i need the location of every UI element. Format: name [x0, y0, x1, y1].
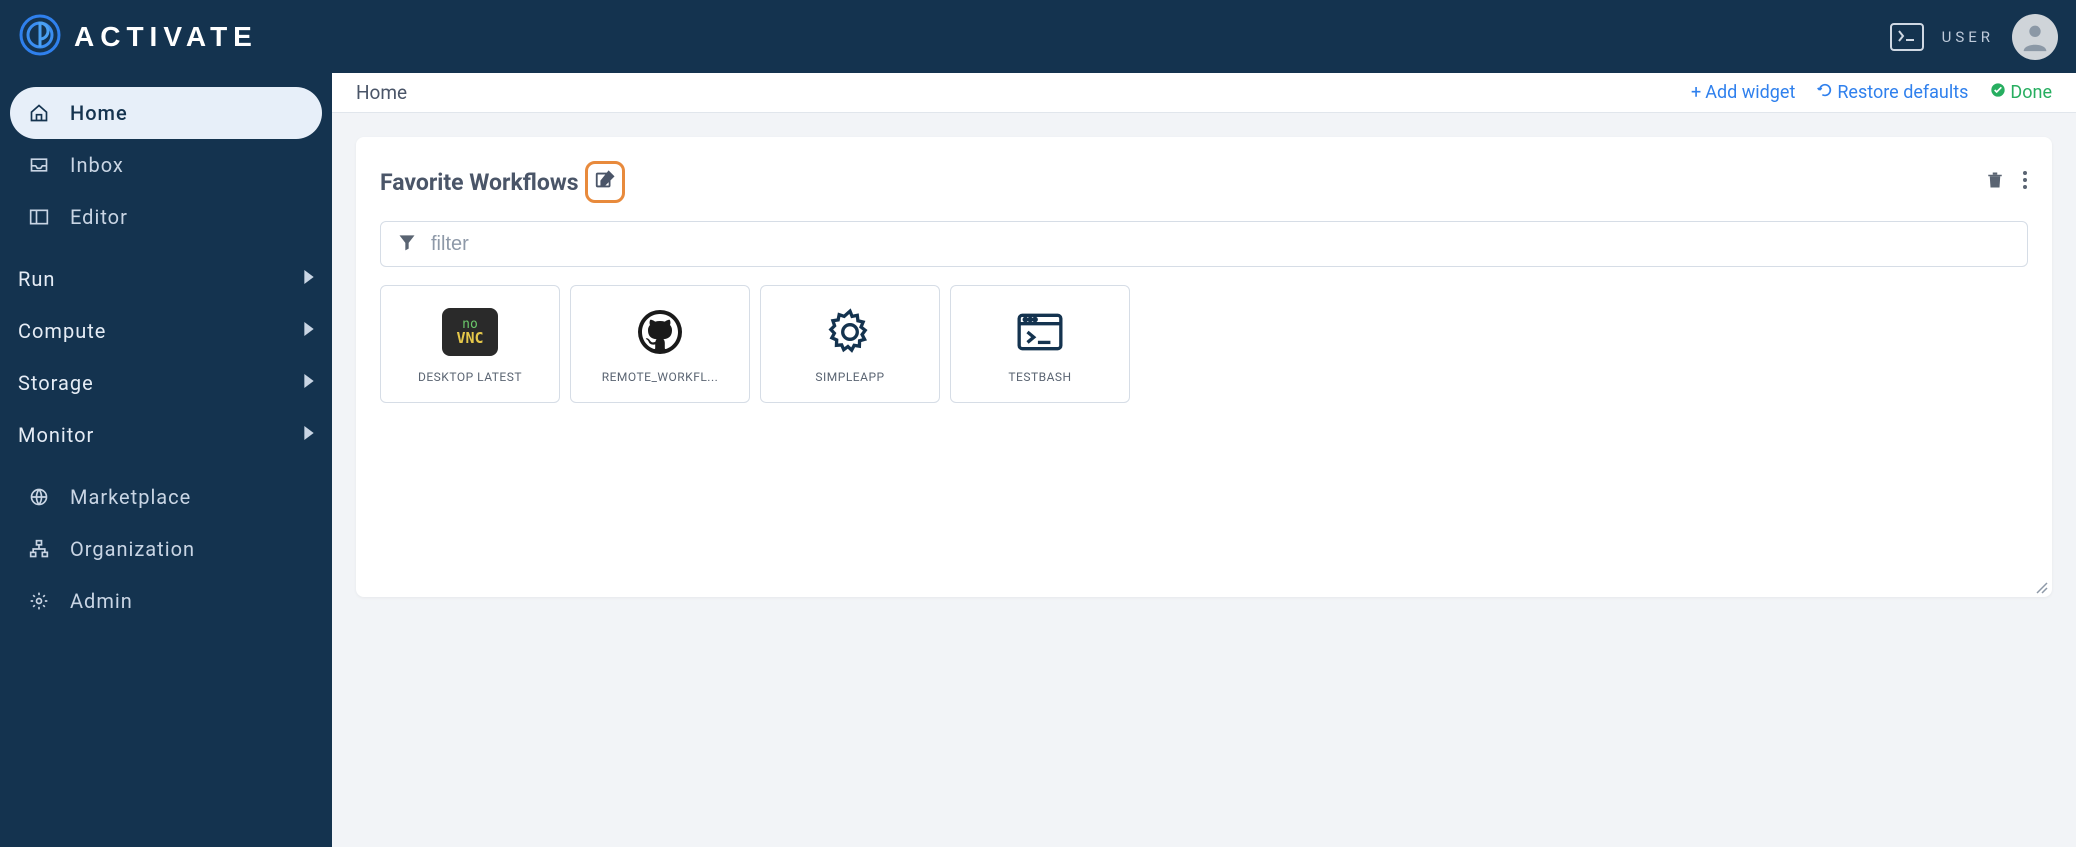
sidebar-item-inbox[interactable]: Inbox [10, 139, 322, 191]
terminal-button[interactable] [1890, 23, 1924, 51]
favorite-workflows-widget: Favorite Workflows [356, 137, 2052, 597]
sidebar-item-organization[interactable]: Organization [10, 523, 322, 575]
brand-name: ACTIVATE [74, 21, 258, 53]
sidebar-group-storage[interactable]: Storage [10, 357, 322, 409]
widget-title: Favorite Workflows [380, 169, 579, 196]
sidebar-item-label: Admin [70, 589, 133, 613]
github-icon [632, 304, 688, 360]
workflow-grid: no VNC DESKTOP LATEST REMOTE_WORKFL... [380, 285, 2028, 403]
done-button[interactable]: Done [1990, 82, 2052, 103]
content-area: Favorite Workflows [332, 113, 2076, 847]
breadcrumb: Home [356, 81, 407, 104]
workflow-card-remote-workflow[interactable]: REMOTE_WORKFL... [570, 285, 750, 403]
workflow-card-desktop-latest[interactable]: no VNC DESKTOP LATEST [380, 285, 560, 403]
kebab-icon [2022, 175, 2028, 194]
globe-icon [28, 487, 50, 507]
edit-title-button[interactable] [585, 161, 625, 203]
sidebar: Home Inbox Editor Run Compute [0, 73, 332, 847]
sidebar-item-home[interactable]: Home [10, 87, 322, 139]
chevron-right-icon [304, 322, 314, 340]
sidebar-group-compute[interactable]: Compute [10, 305, 322, 357]
filter-icon [397, 232, 417, 256]
header-right: USER [1890, 14, 2058, 60]
novnc-icon: no VNC [442, 304, 498, 360]
gear-icon [28, 591, 50, 611]
workflow-label: REMOTE_WORKFL... [602, 370, 719, 384]
gear-outline-icon [822, 304, 878, 360]
workflow-label: DESKTOP LATEST [418, 370, 522, 384]
sidebar-item-label: Editor [70, 205, 128, 229]
chevron-right-icon [304, 426, 314, 444]
widget-title-wrap: Favorite Workflows [380, 161, 625, 203]
plus-icon: + [1691, 82, 1701, 103]
brand-logo-icon [18, 13, 62, 61]
topbar-actions: + Add widget Restore defaults Done [1691, 82, 2052, 103]
check-circle-icon [1990, 82, 2006, 103]
edit-icon [594, 169, 616, 195]
sidebar-group-run[interactable]: Run [10, 253, 322, 305]
workflow-label: SIMPLEAPP [815, 370, 884, 384]
sidebar-group-monitor[interactable]: Monitor [10, 409, 322, 461]
terminal-window-icon [1012, 304, 1068, 360]
sidebar-item-marketplace[interactable]: Marketplace [10, 471, 322, 523]
filter-input[interactable] [431, 233, 2011, 256]
sidebar-item-label: Home [70, 101, 128, 125]
sidebar-item-editor[interactable]: Editor [10, 191, 322, 243]
trash-icon [1986, 175, 2004, 194]
panel-icon [28, 208, 50, 226]
add-widget-button[interactable]: + Add widget [1691, 82, 1795, 103]
sidebar-item-label: Inbox [70, 153, 124, 177]
avatar[interactable] [2012, 14, 2058, 60]
restore-icon [1817, 82, 1833, 103]
chevron-right-icon [304, 270, 314, 288]
main-content: Home + Add widget Restore defaults Don [332, 73, 2076, 847]
resize-handle[interactable] [2034, 579, 2048, 593]
widget-header-actions [1986, 170, 2028, 194]
topbar: Home + Add widget Restore defaults Don [332, 73, 2076, 113]
user-label: USER [1942, 28, 1994, 46]
inbox-icon [28, 156, 50, 174]
workflow-label: TESTBASH [1008, 370, 1071, 384]
widget-menu-button[interactable] [2022, 170, 2028, 194]
restore-defaults-button[interactable]: Restore defaults [1817, 82, 1968, 103]
widget-header: Favorite Workflows [380, 161, 2028, 203]
sidebar-item-label: Organization [70, 537, 195, 561]
home-icon [28, 103, 50, 123]
sidebar-item-label: Marketplace [70, 485, 191, 509]
app-header: ACTIVATE USER [0, 0, 2076, 73]
filter-box[interactable] [380, 221, 2028, 267]
brand: ACTIVATE [18, 13, 258, 61]
workflow-card-testbash[interactable]: TESTBASH [950, 285, 1130, 403]
sitemap-icon [28, 539, 50, 559]
avatar-icon [2018, 20, 2052, 54]
terminal-icon [1898, 27, 1916, 46]
workflow-card-simpleapp[interactable]: SIMPLEAPP [760, 285, 940, 403]
sidebar-item-admin[interactable]: Admin [10, 575, 322, 627]
delete-widget-button[interactable] [1986, 170, 2004, 194]
chevron-right-icon [304, 374, 314, 392]
